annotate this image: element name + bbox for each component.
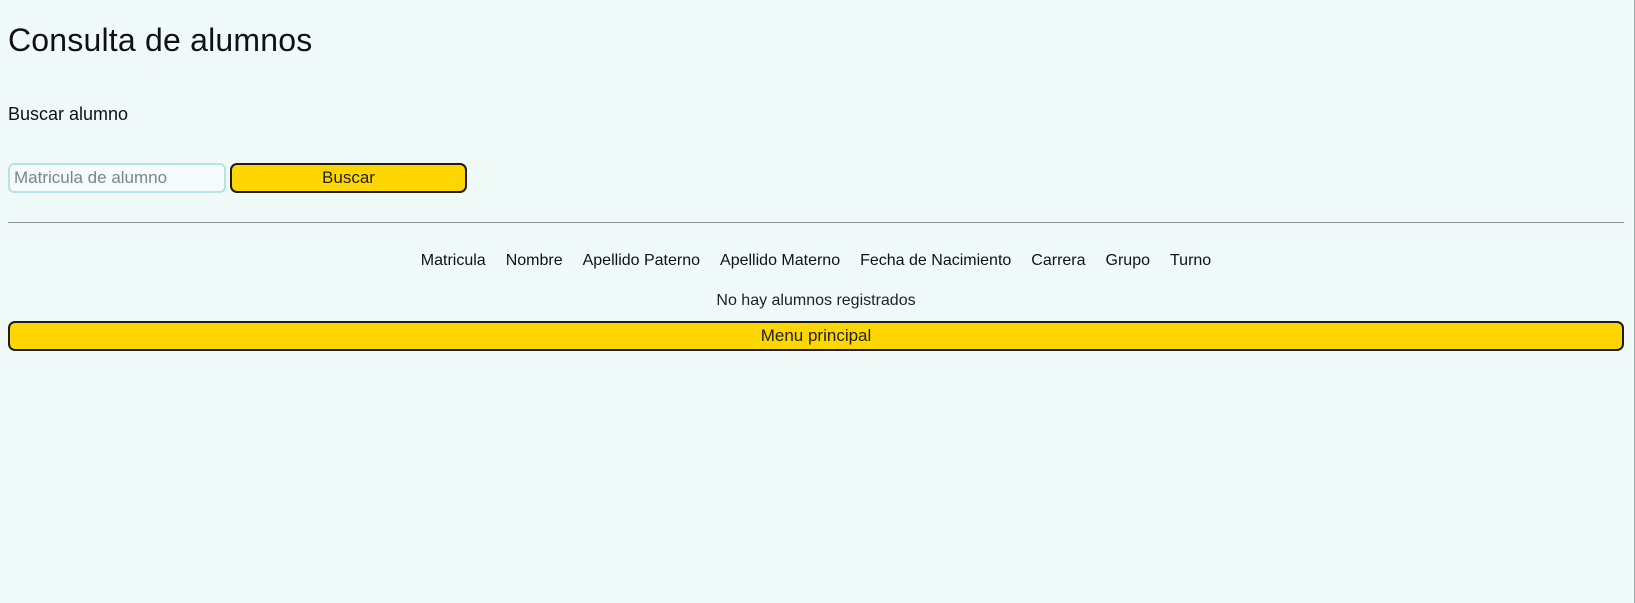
column-header-apellido-paterno: Apellido Paterno	[582, 252, 701, 269]
section-divider	[8, 222, 1624, 223]
empty-table-message: No hay alumnos registrados	[716, 292, 916, 309]
page-container: Consulta de alumnos Buscar alumno Buscar…	[0, 0, 1632, 351]
page-title: Consulta de alumnos	[8, 22, 313, 58]
search-heading: Buscar alumno	[8, 104, 129, 124]
column-header-turno: Turno	[1170, 252, 1212, 269]
column-header-fecha-nacimiento: Fecha de Nacimiento	[860, 252, 1012, 269]
students-table: Matricula Nombre Apellido Paterno Apelli…	[401, 251, 1231, 271]
student-id-search-input[interactable]	[8, 163, 226, 193]
column-header-carrera: Carrera	[1031, 252, 1086, 269]
search-form: Buscar	[8, 163, 1624, 193]
column-header-apellido-materno: Apellido Materno	[720, 252, 841, 269]
column-header-nombre: Nombre	[505, 252, 563, 269]
main-menu-button[interactable]: Menu principal	[8, 321, 1624, 351]
table-header-row: Matricula Nombre Apellido Paterno Apelli…	[421, 251, 1211, 271]
column-header-grupo: Grupo	[1105, 252, 1150, 269]
column-header-matricula: Matricula	[420, 252, 486, 269]
search-button[interactable]: Buscar	[230, 163, 467, 193]
